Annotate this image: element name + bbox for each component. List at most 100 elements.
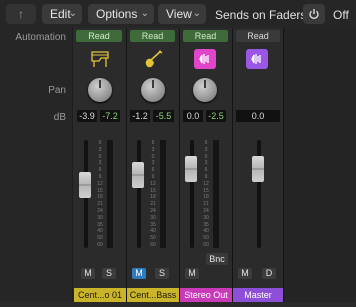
view-menu-button[interactable]: View ⌄: [158, 4, 206, 24]
fader-cap-3[interactable]: [185, 156, 197, 182]
fader-scale-label: 3: [98, 146, 102, 153]
strip-divider: [179, 28, 180, 307]
bottom-border: [0, 302, 356, 307]
pan-knob-1[interactable]: [88, 78, 112, 102]
fader-scale-label: 15: [203, 187, 209, 194]
fader-scale-label: 40: [97, 228, 103, 235]
fader-scale-label: 9: [204, 174, 208, 180]
automation-mode-2[interactable]: Read: [130, 30, 175, 42]
peak-readout-2[interactable]: -5.5: [153, 110, 174, 122]
fader-scale-label: 9: [98, 174, 102, 180]
fader-scale-label: 50: [150, 235, 156, 242]
fader-scale-label: 6: [204, 167, 208, 174]
channel-name-1[interactable]: Cent...o 01: [74, 288, 126, 302]
sends-on-faders-label: Sends on Faders:: [215, 8, 310, 22]
fader-scale-label: 40: [150, 228, 156, 235]
guitar-icon[interactable]: [142, 49, 164, 69]
fader-track[interactable]: [137, 140, 141, 248]
fader-scale-label: 3: [151, 146, 155, 153]
fader-scale-label: 18: [97, 194, 103, 201]
master-icon[interactable]: [246, 49, 268, 69]
db-row-label: dB: [53, 112, 66, 123]
options-menu-button[interactable]: Options ⌄: [88, 4, 154, 24]
fader-scale-label: 30: [150, 214, 156, 221]
fader-scale-label: 15: [97, 187, 103, 194]
fader-scale-label: 30: [97, 214, 103, 221]
sends-off-label: Off: [333, 8, 349, 22]
fader-scale-label: 0: [204, 153, 208, 160]
level-meter: [213, 140, 219, 248]
stereo-out-icon[interactable]: [194, 49, 216, 69]
automation-mode-3[interactable]: Read: [183, 30, 228, 42]
pan-knob-2[interactable]: [141, 78, 165, 102]
automation-row-label: Automation: [15, 32, 66, 43]
fader-scale-label: 21: [203, 201, 209, 208]
volume-readout-2[interactable]: -1.2: [130, 110, 150, 122]
fader-scale-label: 35: [97, 221, 103, 228]
fader-scale-label: 21: [150, 201, 156, 208]
fader-scale-label: 35: [203, 221, 209, 228]
up-arrow-icon: ↑: [18, 7, 24, 21]
edit-menu-button[interactable]: Edit ⌄: [42, 4, 82, 24]
empty-area: [284, 28, 356, 307]
volume-readout-3[interactable]: 0.0: [183, 110, 203, 122]
fader-cap-1[interactable]: [79, 172, 91, 198]
fader-scale-label: 12: [203, 180, 209, 187]
level-meter: [160, 140, 166, 248]
fader-scale-label: 60: [97, 242, 103, 248]
bounce-button[interactable]: Bnc: [206, 253, 228, 265]
mute-button-4[interactable]: M: [238, 268, 252, 279]
fader-scale-label: 60: [150, 242, 156, 248]
options-menu-label: Options: [96, 7, 138, 21]
fader-cap-2[interactable]: [132, 162, 144, 188]
channel-name-3[interactable]: Stereo Out: [180, 288, 232, 302]
fader-scale-label: 18: [203, 194, 209, 201]
chevron-down-icon: ⌄: [192, 8, 201, 19]
row-label-column: Automation Pan dB: [0, 28, 72, 307]
fader-scale-label: 3: [151, 160, 155, 167]
sends-on-faders-toggle[interactable]: [303, 4, 325, 24]
back-button[interactable]: ↑: [6, 4, 36, 24]
dim-button-4[interactable]: D: [262, 268, 276, 279]
fader-scale-label: 15: [150, 187, 156, 194]
automation-mode-1[interactable]: Read: [76, 30, 122, 42]
fader-scale-label: 6: [151, 140, 155, 146]
channel-name-4[interactable]: Master: [233, 288, 283, 302]
fader-scale-label: 30: [203, 214, 209, 221]
peak-readout-3[interactable]: -2.5: [206, 110, 226, 122]
fader-scale-label: 24: [203, 208, 209, 214]
fader-cap-4[interactable]: [252, 156, 264, 182]
peak-readout-1[interactable]: -7.2: [100, 110, 120, 122]
fader-scale-label: 50: [203, 235, 209, 242]
fader-scale-label: 0: [98, 153, 102, 160]
fader-scale-label: 24: [150, 208, 156, 214]
fader-scale-label: 3: [98, 160, 102, 167]
pan-knob-3[interactable]: [193, 78, 217, 102]
mixer-toolbar: ↑ Edit ⌄ Options ⌄ View ⌄ Sends on Fader…: [0, 0, 356, 29]
view-menu-label: View: [166, 7, 192, 21]
fader-scale-label: 35: [150, 221, 156, 228]
fader-scale-label: 50: [97, 235, 103, 242]
channel-name-2[interactable]: Cent...Bass: [127, 288, 179, 302]
fader-scale-label: 9: [151, 174, 155, 180]
mute-button-1[interactable]: M: [81, 268, 95, 279]
solo-button-1[interactable]: S: [102, 268, 116, 279]
mute-button-2[interactable]: M: [132, 268, 146, 279]
edit-menu-label: Edit: [50, 7, 71, 21]
volume-readout-4[interactable]: 0.0: [236, 110, 280, 122]
strip-divider: [126, 28, 127, 307]
solo-button-2[interactable]: S: [155, 268, 169, 279]
chevron-down-icon: ⌄: [68, 8, 77, 19]
pan-row-label: Pan: [48, 85, 66, 96]
fader-scale-label: 12: [97, 180, 103, 187]
power-icon: [309, 9, 319, 19]
volume-readout-1[interactable]: -3.9: [77, 110, 97, 122]
strip-divider: [283, 28, 284, 307]
piano-icon[interactable]: [89, 49, 111, 69]
fader-scale-label: 6: [204, 140, 208, 146]
mute-button-3[interactable]: M: [185, 268, 199, 279]
automation-mode-4[interactable]: Read: [236, 30, 280, 42]
fader-scale-label: 40: [203, 228, 209, 235]
strip-divider: [232, 28, 233, 307]
fader-scale-label: 0: [151, 153, 155, 160]
